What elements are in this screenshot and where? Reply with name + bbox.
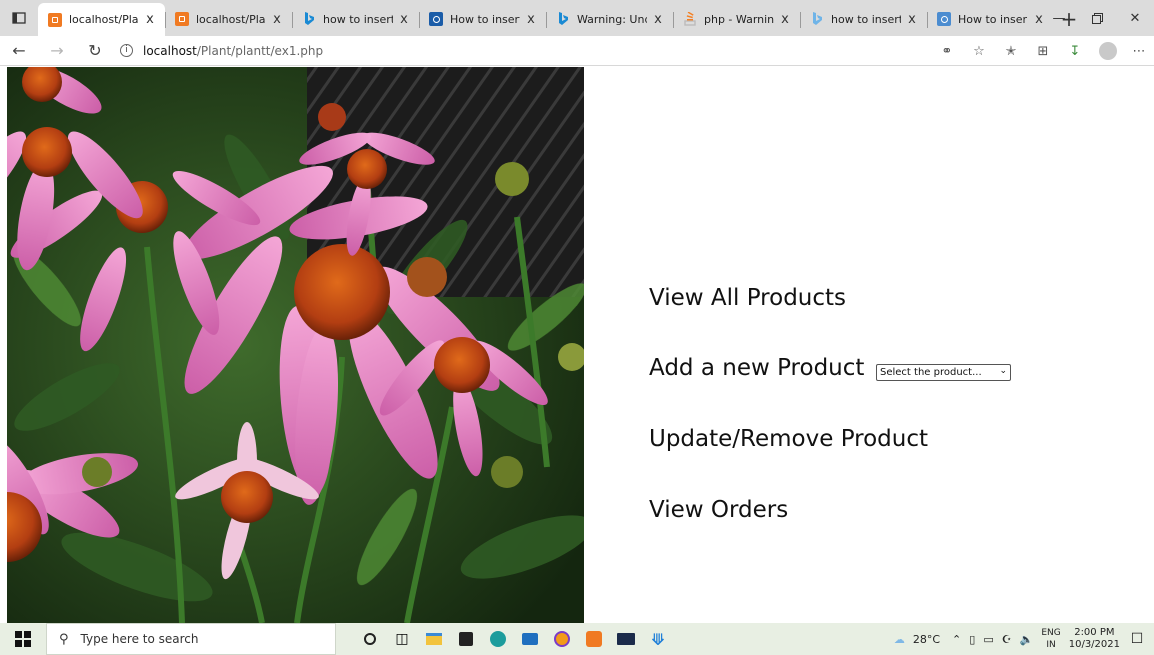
xampp-icon <box>175 12 189 26</box>
task-view-icon[interactable]: ◫ <box>386 623 418 655</box>
view-all-products-link[interactable]: View All Products <box>649 285 846 311</box>
arrow-right-icon: → <box>50 41 64 60</box>
back-button[interactable]: ← <box>0 36 38 66</box>
search-placeholder: Type here to search <box>80 632 199 646</box>
tab-bing-search[interactable]: how to insert x <box>292 4 419 34</box>
info-icon[interactable]: i <box>120 44 133 57</box>
product-select[interactable]: Select the product... ⌄ <box>876 364 1011 381</box>
favorites-icon[interactable]: ✭ <box>996 36 1026 66</box>
address-bar: ← → ↻ i localhost/Plant/plantt/ex1.php ⚭… <box>0 36 1154 66</box>
clock-time: 2:00 PM <box>1074 627 1115 638</box>
clock[interactable]: 2:00 PM 10/3/2021 <box>1069 627 1120 651</box>
close-icon[interactable]: x <box>905 12 919 27</box>
chevron-down-icon: ⌄ <box>999 366 1007 376</box>
store-icon[interactable] <box>450 623 482 655</box>
tab-localhost-active[interactable]: localhost/Plan x <box>38 3 165 36</box>
forward-button[interactable]: → <box>38 36 76 66</box>
close-window-icon[interactable]: ✕ <box>1116 0 1154 36</box>
profile-avatar[interactable] <box>1092 36 1122 66</box>
tab-title: localhost/Plan <box>196 12 266 26</box>
tab-strip: localhost/Plan x localhost/Plan x how to… <box>0 0 1154 36</box>
close-icon[interactable]: x <box>524 12 538 27</box>
taskbar-search[interactable]: ⚲ Type here to search <box>46 623 336 655</box>
region-code: IN <box>1046 640 1056 650</box>
tab-title: How to inser <box>958 12 1028 26</box>
tab-title: Warning: Und <box>577 12 647 26</box>
notifications-icon[interactable]: ☐ <box>1120 631 1154 647</box>
refresh-icon: ↻ <box>88 41 102 60</box>
stackoverflow-icon <box>683 12 697 26</box>
search-icon: ⚲ <box>59 631 69 647</box>
url-host: localhost <box>143 43 197 58</box>
close-icon[interactable]: x <box>143 12 157 27</box>
refresh-button[interactable]: ↻ <box>76 36 114 66</box>
vscode-icon[interactable]: ⟱ <box>642 623 674 655</box>
collections-icon[interactable]: ⊞ <box>1028 36 1058 66</box>
windows-taskbar: ⚲ Type here to search ◫ ⟱ ☁ 28°C ⌃ ▯ ▭ ☪… <box>0 623 1154 655</box>
page-content: View All Products Add a new Product Sele… <box>0 67 1154 623</box>
flower-photo <box>7 67 584 623</box>
tab-php-warning[interactable]: php - Warnin x <box>673 4 800 34</box>
close-icon[interactable]: x <box>270 12 284 27</box>
xampp-icon[interactable] <box>578 623 610 655</box>
tab-actions-icon <box>12 12 26 24</box>
close-icon[interactable]: x <box>397 12 411 27</box>
view-orders-link[interactable]: View Orders <box>649 497 788 523</box>
bing-icon <box>302 12 316 26</box>
tab-how-to-insert-2[interactable]: How to inser x <box>927 4 1054 34</box>
bing-icon <box>556 12 570 26</box>
system-tray: ☁ 28°C ⌃ ▯ ▭ ☪ 🔈 ENG IN 2:00 PM 10/3/202… <box>886 623 1154 655</box>
terminal-icon[interactable] <box>610 623 642 655</box>
arrow-left-icon: ← <box>12 41 26 60</box>
download-icon[interactable]: ↧ <box>1060 36 1090 66</box>
update-remove-product-link[interactable]: Update/Remove Product <box>649 426 928 452</box>
stackoverflow-icon <box>429 12 443 26</box>
temperature[interactable]: 28°C <box>913 633 940 646</box>
tab-warning[interactable]: Warning: Und x <box>546 4 673 34</box>
windows-icon <box>15 631 31 647</box>
tab-bing-search-2[interactable]: how to insert x <box>800 4 927 34</box>
clock-date: 10/3/2021 <box>1068 639 1120 650</box>
url-field[interactable]: i localhost/Plant/plantt/ex1.php <box>120 44 323 58</box>
mail-icon[interactable] <box>514 623 546 655</box>
tab-title: localhost/Plan <box>69 13 139 26</box>
key-icon[interactable]: ⚭ <box>932 36 962 66</box>
tab-title: how to insert <box>831 12 901 26</box>
weather-icon[interactable]: ☁ <box>894 633 905 646</box>
minimize-icon[interactable]: — <box>1040 0 1078 36</box>
favorite-add-icon[interactable]: ☆ <box>964 36 994 66</box>
url-path: /Plant/plantt/ex1.php <box>196 43 324 58</box>
product-select-value: Select the product... <box>880 367 982 378</box>
bing-icon <box>810 12 824 26</box>
xampp-icon <box>48 12 62 27</box>
wifi-icon[interactable]: ☪ <box>1002 633 1012 646</box>
edge-icon[interactable] <box>482 623 514 655</box>
volume-icon[interactable]: 🔈 <box>1020 633 1034 646</box>
battery-icon[interactable]: ▯ <box>969 633 975 646</box>
display-icon[interactable]: ▭ <box>983 633 993 646</box>
start-button[interactable] <box>0 623 46 655</box>
language-code: ENG <box>1041 628 1061 638</box>
tab-title: How to insert <box>450 12 520 26</box>
restore-icon[interactable] <box>1078 0 1116 36</box>
window-controls: — ✕ <box>1040 0 1154 36</box>
tab-how-to-insert[interactable]: How to insert x <box>419 4 546 34</box>
close-icon[interactable]: x <box>651 12 665 27</box>
file-explorer-icon[interactable] <box>418 623 450 655</box>
language-indicator[interactable]: ENG IN <box>1041 627 1060 651</box>
close-icon[interactable]: x <box>778 12 792 27</box>
toolbar-right: ⚭ ☆ ✭ ⊞ ↧ ⋯ <box>930 36 1154 66</box>
add-new-product-link[interactable]: Add a new Product <box>649 355 864 381</box>
cortana-icon[interactable] <box>354 623 386 655</box>
more-options-icon[interactable]: ⋯ <box>1124 36 1154 66</box>
tab-title: php - Warnin <box>704 12 774 26</box>
chevron-up-icon[interactable]: ⌃ <box>952 633 961 646</box>
stackoverflow-icon <box>937 12 951 26</box>
tab-title: how to insert <box>323 12 393 26</box>
tab-actions-button[interactable] <box>0 0 38 36</box>
firefox-icon[interactable] <box>546 623 578 655</box>
tab-localhost[interactable]: localhost/Plan x <box>165 4 292 34</box>
